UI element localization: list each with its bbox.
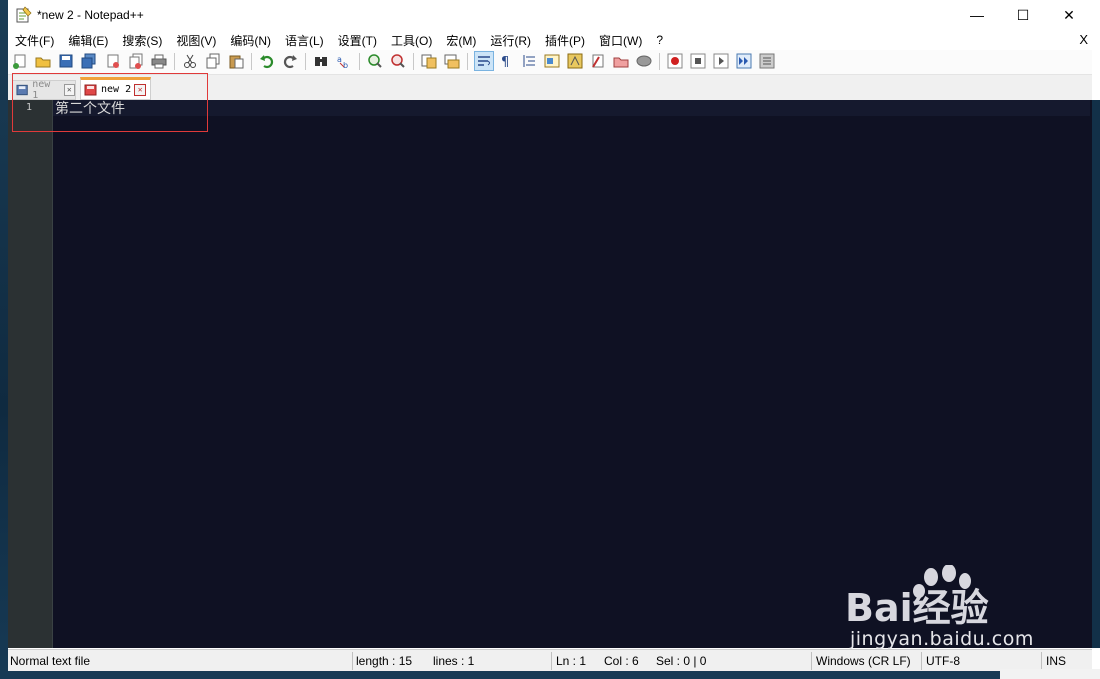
window-title: *new 2 - Notepad++ [37,8,144,22]
close-document-button[interactable]: X [1079,32,1088,47]
folder-as-workspace-icon[interactable] [590,53,606,69]
toolbar-separator [305,53,306,70]
indent-guide-icon[interactable] [521,53,537,69]
word-wrap-icon [478,56,490,66]
function-list-icon[interactable] [567,53,583,69]
cut-icon[interactable] [182,53,198,69]
status-bar: Normal text file length : 15 lines : 1 L… [8,649,1092,672]
toolbar-separator [413,53,414,70]
maximize-button[interactable]: ☐ [1000,0,1046,30]
menu-encoding[interactable]: 编码(N) [223,32,278,49]
toolbar-separator [359,53,360,70]
notepad-app-icon [16,6,32,23]
menu-search[interactable]: 搜索(S) [115,32,169,49]
menu-language[interactable]: 语言(L) [278,32,331,49]
undo-icon[interactable] [259,53,275,69]
close-all-icon[interactable] [128,53,144,69]
menu-help[interactable]: ? [649,33,670,47]
open-file-icon[interactable] [35,53,51,69]
watermark-url: jingyan.baidu.com [850,628,1034,650]
status-lines: lines : 1 [433,654,475,668]
new-file-icon[interactable] [12,53,28,69]
status-encoding[interactable]: UTF-8 [926,654,960,668]
status-divider [352,652,353,670]
desktop-right-edge [1092,100,1100,648]
title-bar[interactable]: *new 2 - Notepad++ — ☐ ✕ [8,0,1100,30]
close-icon: ✕ [1063,6,1075,23]
zoom-in-icon[interactable] [367,53,383,69]
find-icon[interactable] [313,53,329,69]
replace-icon[interactable]: ab [336,53,352,69]
word-wrap-button[interactable] [474,51,494,71]
sync-horizontal-icon[interactable] [444,53,460,69]
svg-text:a: a [337,55,342,64]
close-window-button[interactable]: ✕ [1046,0,1092,30]
toolbar-separator [251,53,252,70]
status-divider [551,652,552,670]
status-divider [921,652,922,670]
redo-icon[interactable] [282,53,298,69]
toolbar-separator [467,53,468,70]
close-file-icon[interactable] [105,53,121,69]
line-number-gutter: 1 [8,100,53,648]
svg-text:¶: ¶ [501,55,509,69]
menu-bar: 文件(F) 编辑(E) 搜索(S) 视图(V) 编码(N) 语言(L) 设置(T… [8,30,1100,50]
desktop-bottom-edge [0,671,1100,679]
menu-macro[interactable]: 宏(M) [439,32,483,49]
status-col: Col : 6 [604,654,639,668]
save-all-icon[interactable] [81,53,97,69]
copy-icon[interactable] [205,53,221,69]
status-sel: Sel : 0 | 0 [656,654,707,668]
paste-icon[interactable] [228,53,244,69]
toolbar: ab ¶ [8,50,1092,75]
minimize-button[interactable]: — [954,0,1000,30]
status-divider [1041,652,1042,670]
zoom-out-icon[interactable] [390,53,406,69]
menu-settings[interactable]: 设置(T) [331,32,384,49]
status-divider [811,652,812,670]
menu-view[interactable]: 视图(V) [169,32,223,49]
menu-run[interactable]: 运行(R) [483,32,538,49]
desktop-left-edge [0,0,8,679]
stop-macro-icon[interactable] [690,53,706,69]
current-line-highlight [53,100,1090,116]
open-folder-icon[interactable] [613,53,629,69]
status-ln: Ln : 1 [556,654,587,668]
save-icon[interactable] [58,53,74,69]
status-eol[interactable]: Windows (CR LF) [816,654,911,668]
doc-map-icon[interactable] [544,53,560,69]
print-icon[interactable] [151,53,167,69]
status-insert-mode[interactable]: INS [1046,654,1066,668]
toolbar-separator [659,53,660,70]
run-macro-multiple-icon[interactable] [736,53,752,69]
sync-vertical-icon[interactable] [421,53,437,69]
system-tray-edge [1000,669,1100,679]
menu-tools[interactable]: 工具(O) [384,32,439,49]
status-file-type: Normal text file [10,654,91,668]
menu-window[interactable]: 窗口(W) [592,32,649,49]
save-macro-icon[interactable] [759,53,775,69]
toolbar-separator [174,53,175,70]
watermark-brand: Bai经验 [845,586,989,630]
minimize-icon: — [970,7,984,23]
show-all-chars-icon[interactable]: ¶ [498,53,514,69]
maximize-icon: ☐ [1016,6,1030,23]
svg-text:b: b [343,61,348,69]
menu-edit[interactable]: 编辑(E) [61,32,115,49]
record-macro-icon[interactable] [667,53,683,69]
menu-file[interactable]: 文件(F) [8,32,61,49]
status-length: length : 15 [356,654,413,668]
annotation-highlight-box [12,73,208,132]
menu-plugins[interactable]: 插件(P) [538,32,592,49]
play-macro-icon[interactable] [713,53,729,69]
monitoring-icon[interactable] [636,53,652,69]
